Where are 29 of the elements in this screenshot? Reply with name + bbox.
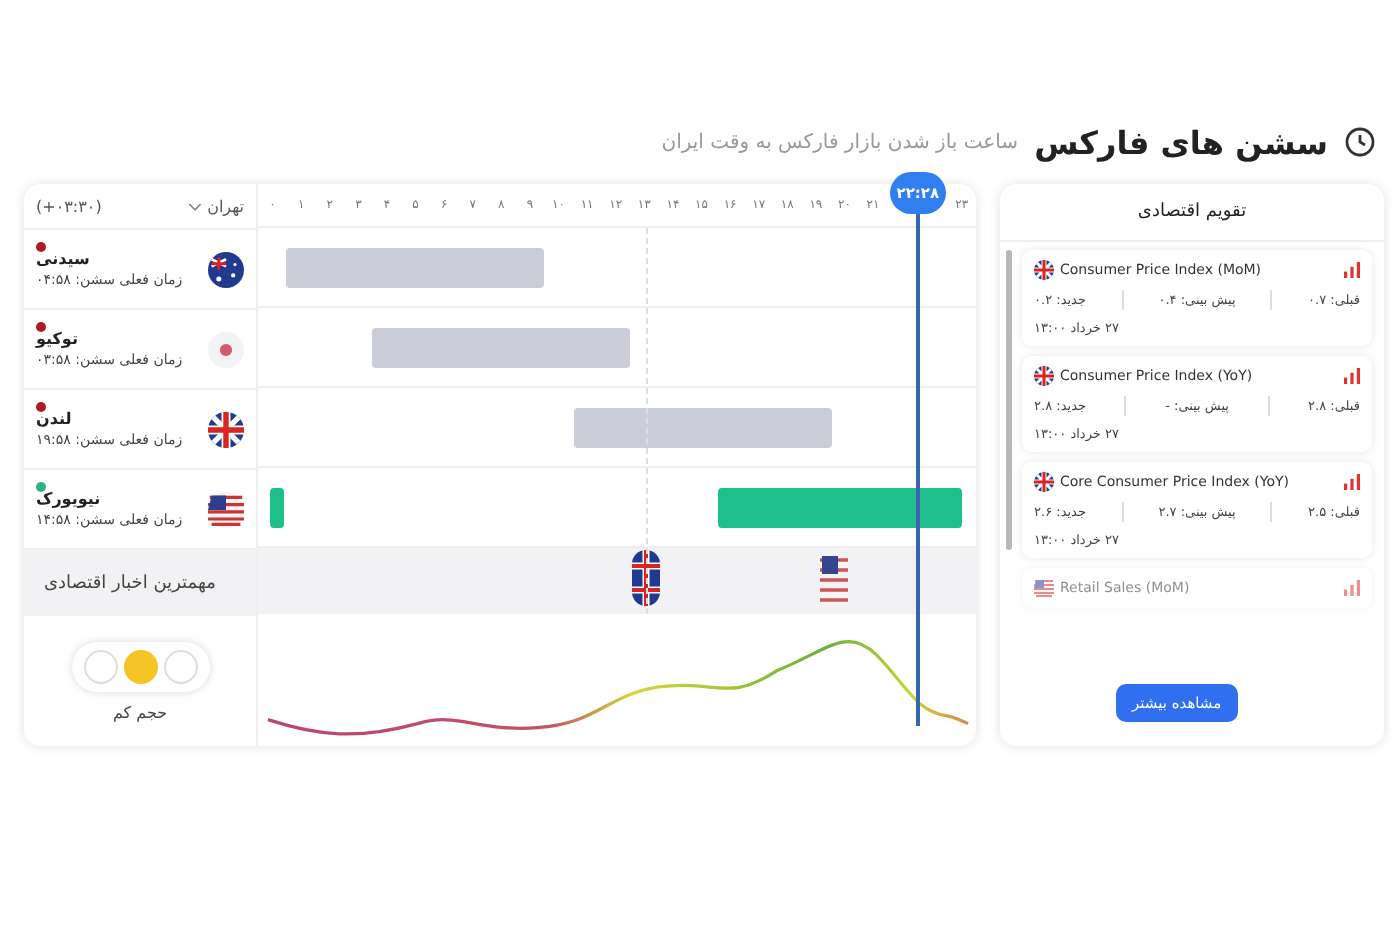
- impact-bars-icon: [1344, 474, 1360, 490]
- session-name: نیویورک: [36, 490, 101, 508]
- page-subtitle: ساعت باز شدن بازار فارکس به وقت ایران: [661, 131, 1019, 153]
- uk-flag-icon: [1034, 260, 1054, 280]
- timezone-dropdown[interactable]: تهران: [187, 197, 244, 215]
- clock-icon: [1344, 126, 1376, 158]
- us-flag-icon: [1034, 578, 1054, 598]
- impact-bars-icon: [1344, 262, 1360, 278]
- calendar-title: تقویم اقتصادی: [1137, 202, 1247, 222]
- session-bar: [270, 488, 285, 528]
- session-name: لندن: [36, 410, 72, 428]
- uk-flag-icon: [208, 411, 244, 447]
- uk-flag-icon: [631, 550, 660, 606]
- us-flag-icon: [208, 491, 244, 527]
- volume-indicator: [71, 641, 209, 691]
- news-label: مهمترین اخبار اقتصادی: [44, 573, 216, 593]
- australia-flag-icon: [208, 251, 244, 287]
- session-name: سیدنی: [36, 250, 90, 268]
- uk-flag-icon: [1034, 472, 1054, 492]
- timezone-offset: (+۰۳:۳۰): [36, 197, 102, 215]
- japan-flag-icon: [208, 331, 244, 367]
- us-flag-icon: [820, 550, 849, 606]
- session-name: توکیو: [36, 330, 78, 348]
- volume-label: حجم کم: [112, 703, 168, 721]
- uk-flag-icon: [1034, 366, 1054, 386]
- chevron-down-icon: [187, 201, 202, 211]
- impact-bars-icon: [1344, 580, 1360, 596]
- page-title: سشن های فارکس: [1034, 123, 1328, 161]
- impact-bars-icon: [1344, 368, 1360, 384]
